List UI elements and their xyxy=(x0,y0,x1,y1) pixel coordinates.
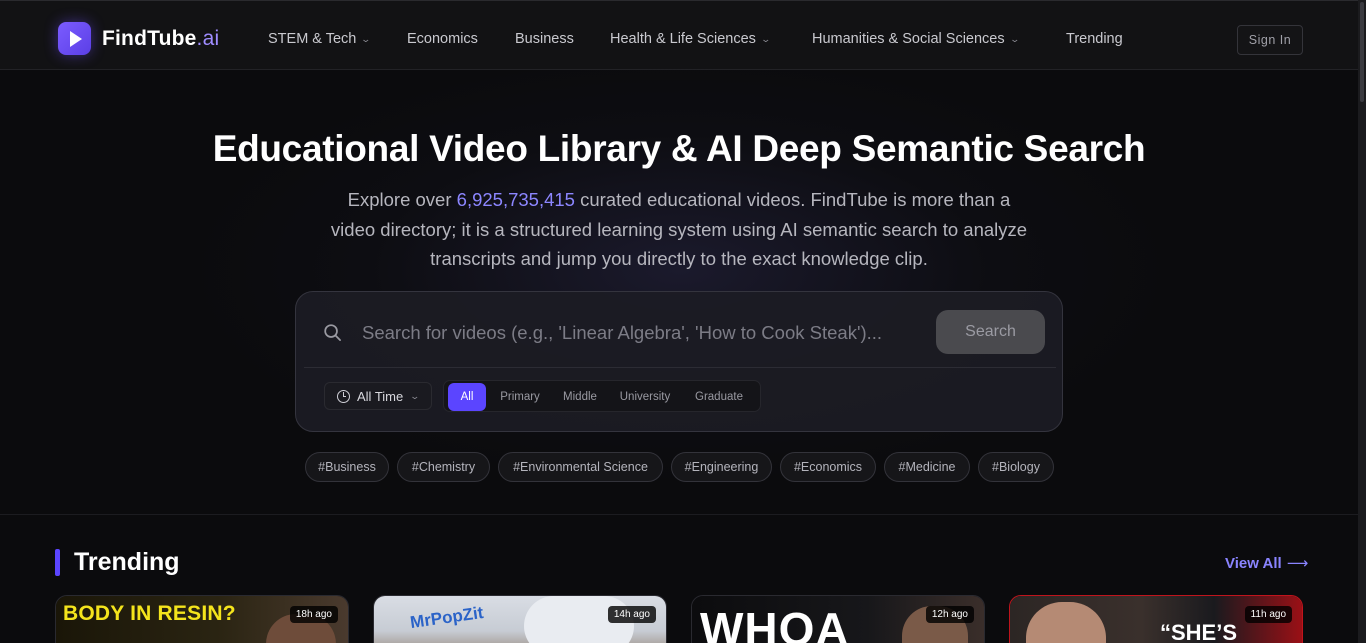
time-badge: 14h ago xyxy=(607,606,656,623)
nav-item-stem-tech[interactable]: STEM & Tech ⌄ xyxy=(268,31,372,47)
trending-heading: Trending xyxy=(74,548,180,576)
view-all-link[interactable]: View All ⟶ xyxy=(1225,554,1309,573)
level-filter-graduate[interactable]: Graduate xyxy=(682,383,756,411)
thumbnail-caption: BODY IN RESIN? xyxy=(63,602,236,625)
tag-environmental-science[interactable]: #Environmental Science xyxy=(498,452,663,482)
search-input[interactable] xyxy=(362,318,922,348)
thumbnail-caption: “SHE’S xyxy=(1160,620,1238,643)
sign-in-button[interactable]: Sign In xyxy=(1237,25,1303,55)
level-filter-primary[interactable]: Primary xyxy=(488,383,552,411)
tag-chemistry[interactable]: #Chemistry xyxy=(397,452,490,482)
hero-description: Explore over 6,925,735,415 curated educa… xyxy=(330,189,1028,269)
arrow-right-icon: ⟶ xyxy=(1286,555,1309,572)
tag-economics[interactable]: #Economics xyxy=(780,452,876,482)
level-filter-middle[interactable]: Middle xyxy=(552,383,608,411)
nav-item-humanities-social-sciences[interactable]: Humanities & Social Sciences ⌄ xyxy=(812,31,1020,47)
level-filter-university[interactable]: University xyxy=(610,383,680,411)
page-title: Educational Video Library & AI Deep Sema… xyxy=(212,128,1146,169)
trending-accent-bar xyxy=(55,549,60,576)
time-badge: 18h ago xyxy=(289,606,338,623)
clock-icon xyxy=(337,389,350,403)
nav-item-economics[interactable]: Economics xyxy=(407,31,478,47)
search-divider xyxy=(304,367,1056,368)
tag-engineering[interactable]: #Engineering xyxy=(671,452,772,482)
chevron-down-icon: ⌄ xyxy=(360,33,372,44)
level-filter-group: All Primary Middle University Graduate xyxy=(443,380,761,412)
search-panel: Search All Time ⌄ All Primary Middle Uni… xyxy=(295,291,1063,432)
section-divider xyxy=(0,514,1358,515)
chevron-down-icon: ⌄ xyxy=(409,390,421,401)
thumbnail-caption: MrPopZit xyxy=(408,602,485,633)
time-filter-dropdown[interactable]: All Time ⌄ xyxy=(324,382,432,410)
nav-item-business[interactable]: Business xyxy=(515,31,574,47)
nav-item-trending[interactable]: Trending xyxy=(1066,31,1123,47)
brand-logo[interactable]: FindTube.ai xyxy=(58,22,219,55)
video-card[interactable]: “SHE’S 11h ago xyxy=(1009,595,1303,643)
video-card[interactable]: WHOA 12h ago xyxy=(691,595,985,643)
scrollbar-thumb[interactable] xyxy=(1360,2,1364,102)
time-badge: 11h ago xyxy=(1244,606,1292,623)
nav-item-health-life-sciences[interactable]: Health & Life Sciences ⌄ xyxy=(610,31,771,47)
video-card[interactable]: MrPopZit 14h ago xyxy=(373,595,667,643)
chevron-down-icon: ⌄ xyxy=(760,33,771,44)
video-card[interactable]: BODY IN RESIN? 18h ago xyxy=(55,595,349,643)
video-count: 6,925,735,415 xyxy=(456,189,575,210)
tag-medicine[interactable]: #Medicine xyxy=(884,452,970,482)
play-icon xyxy=(58,22,91,55)
search-icon xyxy=(324,324,341,341)
chevron-down-icon: ⌄ xyxy=(1009,33,1020,44)
time-badge: 12h ago xyxy=(925,606,974,623)
level-filter-all[interactable]: All xyxy=(448,383,486,411)
tag-business[interactable]: #Business xyxy=(305,452,389,482)
thumbnail-caption: WHOA xyxy=(700,603,850,643)
tag-biology[interactable]: #Biology xyxy=(978,452,1054,482)
search-button[interactable]: Search xyxy=(936,310,1045,354)
brand-name: FindTube.ai xyxy=(102,26,220,50)
